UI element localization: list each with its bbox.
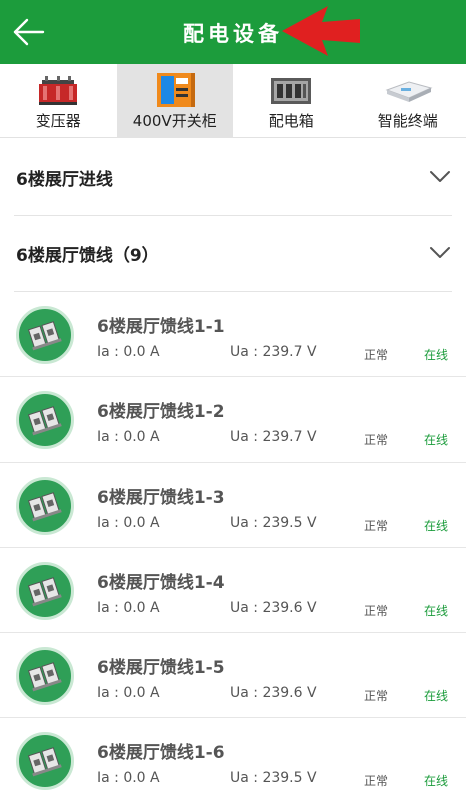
feeder-list: 6楼展厅馈线1-1 Ia : 0.0 A Ua : 239.7 V 正常 在线 … (0, 292, 466, 795)
list-item[interactable]: 6楼展厅馈线1-5 Ia : 0.0 A Ua : 239.6 V 正常 在线 (0, 633, 466, 719)
breaker-icon (16, 306, 74, 364)
status-badge: 正常 (364, 603, 389, 618)
breaker-icon (16, 647, 74, 706)
online-badge: 在线 (424, 433, 449, 448)
tab-distribution-box[interactable]: 配电箱 (233, 64, 350, 138)
item-name: 6楼展厅馈线1-1 (97, 317, 225, 337)
section-title: 6楼展厅进线 (16, 170, 113, 190)
section-feeder-line[interactable]: 6楼展厅馈线（9） (0, 214, 466, 292)
category-tabs: 变压器 400V开关柜 配电箱 智能终端 (0, 64, 466, 138)
item-name: 6楼展厅馈线1-2 (97, 402, 225, 423)
current-value: Ia : 0.0 A (97, 344, 160, 360)
transformer-icon (39, 76, 78, 105)
breaker-icon (16, 561, 74, 620)
page-title: 配电设备 (183, 22, 283, 46)
status-badge: 正常 (364, 433, 389, 448)
voltage-value: Ua : 239.7 V (230, 429, 317, 446)
online-badge: 在线 (424, 518, 449, 533)
voltage-value: Ua : 239.5 V (230, 770, 317, 787)
online-badge: 在线 (424, 603, 449, 618)
app-screen: 配电设备 变压器 400V开关柜 配电箱 智能终端 6楼展厅进线 6楼展厅馈线（… (0, 0, 466, 795)
status-badge: 正常 (364, 689, 389, 704)
top-bar: 配电设备 (0, 0, 466, 64)
online-badge: 在线 (424, 348, 449, 362)
tab-smart-terminal[interactable]: 智能终端 (350, 64, 466, 138)
current-value: Ia : 0.0 A (97, 685, 160, 702)
online-badge: 在线 (424, 774, 449, 789)
switchgear-icon (156, 73, 195, 107)
tab-transformer[interactable]: 变压器 (0, 64, 117, 138)
smart-terminal-icon (385, 81, 433, 102)
item-name: 6楼展厅馈线1-5 (97, 658, 225, 679)
voltage-value: Ua : 239.6 V (230, 685, 317, 702)
current-value: Ia : 0.0 A (97, 599, 160, 616)
list-item[interactable]: 6楼展厅馈线1-3 Ia : 0.0 A Ua : 239.5 V 正常 在线 (0, 463, 466, 548)
chevron-down-icon (430, 171, 450, 182)
tab-switchgear[interactable]: 400V开关柜 (116, 64, 233, 138)
current-value: Ia : 0.0 A (97, 770, 160, 787)
status-badge: 正常 (364, 518, 389, 533)
tab-label-smart-terminal: 智能终端 (377, 112, 438, 130)
tab-label-distribution-box: 配电箱 (268, 112, 314, 130)
list-item[interactable]: 6楼展厅馈线1-6 Ia : 0.0 A Ua : 239.5 V 正常 在线 (0, 718, 466, 795)
tab-label-switchgear: 400V开关柜 (132, 112, 217, 130)
voltage-value: Ua : 239.7 V (230, 344, 317, 360)
online-badge: 在线 (424, 689, 449, 704)
breaker-icon (16, 391, 74, 450)
item-name: 6楼展厅馈线1-3 (97, 487, 225, 508)
voltage-value: Ua : 239.5 V (230, 514, 317, 531)
voltage-value: Ua : 239.6 V (230, 599, 317, 616)
status-badge: 正常 (364, 774, 389, 789)
section-title: 6楼展厅馈线（9） (16, 246, 159, 266)
tab-label-transformer: 变压器 (35, 112, 81, 130)
list-item[interactable]: 6楼展厅馈线1-4 Ia : 0.0 A Ua : 239.6 V 正常 在线 (0, 548, 466, 634)
item-name: 6楼展厅馈线1-4 (97, 572, 225, 593)
list-item[interactable]: 6楼展厅馈线1-2 Ia : 0.0 A Ua : 239.7 V 正常 在线 (0, 377, 466, 463)
breaker-icon (16, 476, 74, 535)
current-value: Ia : 0.0 A (97, 429, 160, 446)
section-incoming-line[interactable]: 6楼展厅进线 (0, 138, 466, 216)
chevron-down-icon (430, 247, 450, 258)
breaker-icon (16, 732, 74, 791)
distribution-box-icon (271, 78, 312, 104)
item-name: 6楼展厅馈线1-6 (97, 743, 225, 764)
list-item[interactable]: 6楼展厅馈线1-1 Ia : 0.0 A Ua : 239.7 V 正常 在线 (0, 292, 466, 378)
current-value: Ia : 0.0 A (97, 514, 160, 531)
status-badge: 正常 (364, 348, 389, 362)
annotation-arrow-icon (282, 6, 360, 56)
